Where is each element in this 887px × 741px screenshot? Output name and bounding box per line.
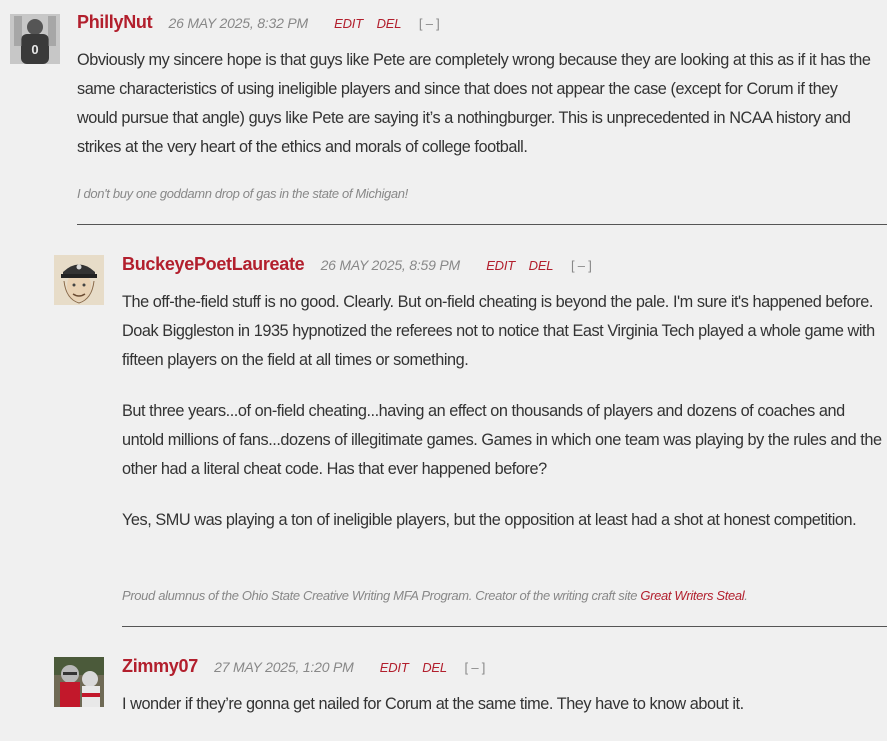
comment-body: Obviously my sincere hope is that guys l… (77, 46, 877, 184)
signature-end: . (744, 588, 748, 603)
signature-text: Proud alumnus of the Ohio State Creative… (122, 588, 641, 603)
comment-divider (122, 626, 887, 627)
collapse-toggle[interactable]: [ – ] (465, 660, 486, 675)
comment-paragraph: I wonder if they’re gonna get nailed for… (122, 695, 744, 713)
delete-button[interactable]: DEL (422, 660, 447, 675)
comment-author[interactable]: Zimmy07 (122, 656, 198, 676)
delete-button[interactable]: DEL (529, 258, 554, 273)
comment-date: 27 MAY 2025, 1:20 PM (214, 659, 354, 675)
comment-author[interactable]: PhillyNut (77, 12, 153, 32)
collapse-toggle[interactable]: [ – ] (571, 258, 592, 273)
comment-paragraph: Yes, SMU was playing a ton of ineligible… (122, 511, 857, 529)
comment-paragraph: But three years...of on-field cheating..… (122, 402, 882, 478)
comment-divider (77, 224, 887, 225)
edit-button[interactable]: EDIT (486, 258, 515, 273)
poet-avatar-icon[interactable] (54, 255, 104, 305)
edit-button[interactable]: EDIT (380, 660, 409, 675)
comment-signature: Proud alumnus of the Ohio State Creative… (122, 588, 748, 603)
svg-text:0: 0 (31, 42, 38, 57)
comment-body: I wonder if they’re gonna get nailed for… (122, 690, 882, 741)
comment-date: 26 MAY 2025, 8:59 PM (320, 257, 461, 273)
comment-paragraph: Obviously my sincere hope is that guys l… (77, 51, 871, 156)
delete-button[interactable]: DEL (377, 16, 402, 31)
comment-body: The off-the-field stuff is no good. Clea… (122, 288, 882, 557)
helmet-avatar-icon[interactable]: 0 (10, 14, 60, 64)
collapse-toggle[interactable]: [ – ] (419, 16, 440, 31)
edit-button[interactable]: EDIT (334, 16, 363, 31)
comment-signature: I don't buy one goddamn drop of gas in t… (77, 186, 408, 201)
football-player-avatar-icon[interactable] (54, 657, 104, 707)
great-writers-steal-link[interactable]: Great Writers Steal (640, 588, 744, 603)
comment-author[interactable]: BuckeyePoetLaureate (122, 254, 305, 274)
comment-paragraph: The off-the-field stuff is no good. Clea… (122, 293, 875, 369)
comment-date: 26 MAY 2025, 8:32 PM (168, 15, 308, 31)
